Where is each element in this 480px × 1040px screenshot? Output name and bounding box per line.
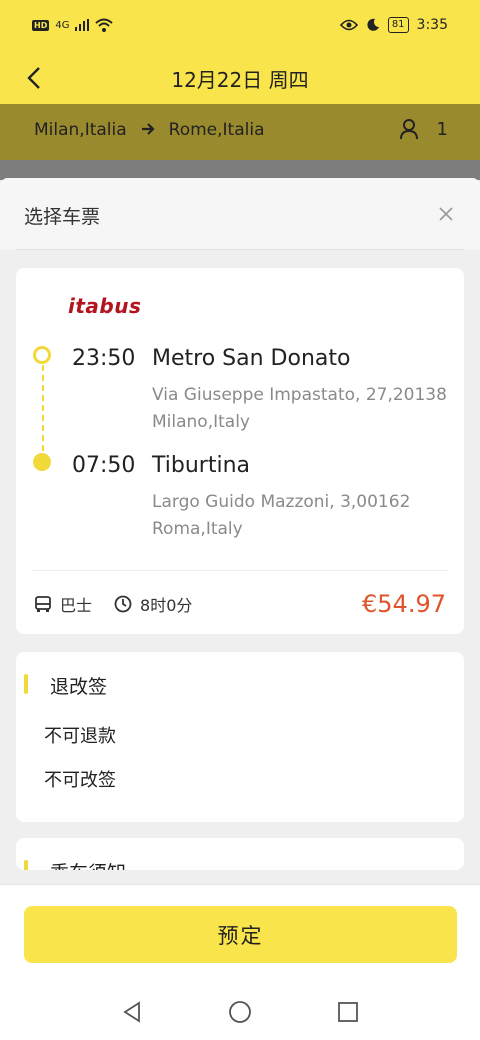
system-nav-bar xyxy=(0,984,480,1040)
page-title: 12月22日 周四 xyxy=(171,68,309,92)
wifi-icon xyxy=(95,18,114,32)
moon-icon xyxy=(367,18,379,31)
signal-icon xyxy=(75,19,90,31)
sheet-header: 选择车票 xyxy=(16,178,464,250)
bus-icon xyxy=(35,596,51,612)
arrow-right-icon xyxy=(141,122,155,135)
passenger-number: 1 xyxy=(436,118,448,140)
departure-address: Via Giuseppe Impastato, 27,20138 Milano,… xyxy=(152,385,447,432)
person-icon xyxy=(399,119,418,140)
top-header: 12月22日 周四 xyxy=(0,52,480,104)
battery-indicator: 81 xyxy=(387,17,409,33)
refund-rule: 不可退款 xyxy=(44,726,116,747)
triangle-back-icon xyxy=(123,1001,140,1023)
arrival-address: Largo Guido Mazzoni, 3,00162 Roma,Italy xyxy=(152,492,411,539)
nav-recents-button[interactable] xyxy=(334,998,362,1026)
section-marker xyxy=(24,860,28,870)
close-button[interactable] xyxy=(432,200,460,228)
sheet-title: 选择车票 xyxy=(24,206,101,228)
departure-station: Metro San Donato xyxy=(152,346,351,371)
departure-dot xyxy=(33,346,51,364)
passenger-count[interactable]: 1 xyxy=(399,118,448,140)
boarding-notice-card: 乘车须知 xyxy=(16,838,464,870)
book-button[interactable]: 预定 xyxy=(24,906,457,963)
hd-badge: HD xyxy=(32,19,50,31)
clock-icon xyxy=(114,595,132,613)
square-recents-icon xyxy=(338,1002,358,1022)
ticket-price: €54.97 xyxy=(362,590,446,618)
clock: 3:35 xyxy=(416,17,448,33)
notice-section-title: 乘车须知 xyxy=(50,858,126,870)
network-type: 4G xyxy=(55,19,70,31)
nav-home-button[interactable] xyxy=(226,998,254,1026)
arrival-time: 07:50 xyxy=(72,453,136,478)
divider xyxy=(32,570,448,571)
close-icon xyxy=(439,207,453,221)
route-bar: Milan,Italia Rome,Italia 1 xyxy=(0,104,480,160)
operator-logo: itabus xyxy=(68,294,142,318)
eye-icon xyxy=(339,19,358,31)
ticket-footer: 巴士 8时0分 €54.97 xyxy=(34,580,446,628)
status-bar: HD 4G 81 3:35 xyxy=(0,0,480,52)
circle-home-icon xyxy=(229,1001,251,1023)
arrival-dot xyxy=(33,453,51,471)
refund-section-title: 退改签 xyxy=(50,676,108,698)
vehicle-type: 巴士 xyxy=(60,596,93,615)
trip-duration: 8时0分 xyxy=(140,596,193,615)
arrival-station: Tiburtina xyxy=(152,453,250,478)
route-line xyxy=(42,365,44,451)
overlay-dim xyxy=(0,160,480,180)
departure-time: 23:50 xyxy=(72,346,136,371)
bottom-action-area: 预定 xyxy=(0,884,480,1040)
route-origin: Milan,Italia xyxy=(34,120,127,140)
change-rule: 不可改签 xyxy=(44,770,116,791)
nav-back-button[interactable] xyxy=(118,998,146,1026)
section-marker xyxy=(24,674,28,694)
route-destination: Rome,Italia xyxy=(168,120,265,140)
ticket-card[interactable]: itabus 23:50 Metro San Donato Via Giusep… xyxy=(16,268,464,634)
refund-policy-card: 退改签 不可退款 不可改签 xyxy=(16,652,464,822)
